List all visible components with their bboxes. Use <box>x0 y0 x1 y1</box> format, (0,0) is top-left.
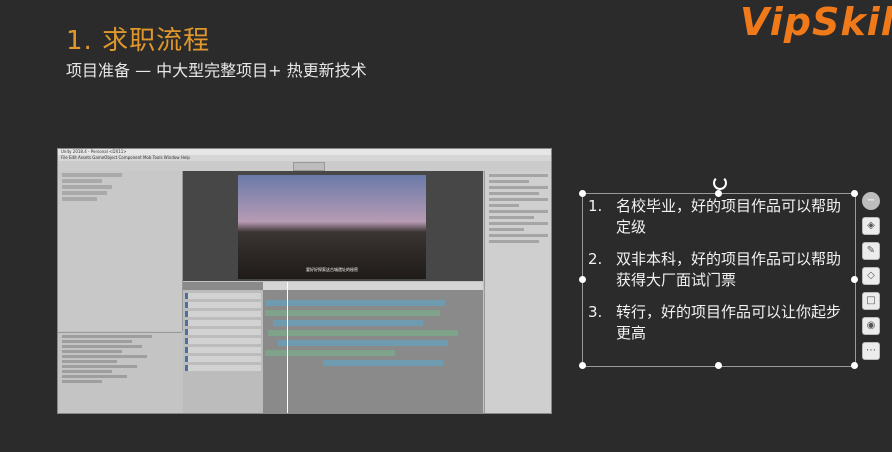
timeline-clip <box>273 320 423 326</box>
timeline-clip <box>265 350 395 356</box>
resize-handle[interactable] <box>851 362 858 369</box>
timeline-ruler <box>263 282 483 290</box>
play-controls <box>293 162 325 171</box>
inspector-panel <box>484 171 551 413</box>
timeline-tracks-list <box>183 290 263 413</box>
list-item: 1. 名校毕业，好的项目作品可以帮助定级 <box>588 196 848 238</box>
pin-icon[interactable]: ◉ <box>862 317 880 335</box>
list-number: 2. <box>588 250 603 268</box>
pen-icon[interactable]: ✎ <box>862 242 880 260</box>
rotate-handle-icon[interactable] <box>713 176 727 190</box>
hierarchy-panel <box>58 171 183 331</box>
list-text: 转行，好的项目作品可以让你起步更高 <box>616 303 842 342</box>
timeline-clip <box>265 310 440 316</box>
list-number: 1. <box>588 197 603 215</box>
timeline-clip <box>265 300 445 306</box>
resize-handle[interactable] <box>579 190 586 197</box>
brand-logo: VipSkill <box>740 0 892 44</box>
numbered-list[interactable]: 1. 名校毕业，好的项目作品可以帮助定级 2. 双非本科，好的项目作品可以帮助获… <box>588 196 848 355</box>
resize-handle[interactable] <box>715 362 722 369</box>
timeline-clip <box>268 330 458 336</box>
resize-handle[interactable] <box>851 276 858 283</box>
slide-title: 1. 求职流程 <box>66 26 211 56</box>
game-view: 要好好探索这古城遗址的秘密 <box>183 171 483 281</box>
crop-icon[interactable]: □ <box>862 292 880 310</box>
more-icon[interactable]: ⋯ <box>862 342 880 360</box>
resize-handle[interactable] <box>579 276 586 283</box>
timeline-clip <box>278 340 448 346</box>
minus-icon[interactable]: − <box>862 192 880 210</box>
resize-handle[interactable] <box>851 190 858 197</box>
floating-toolbar: − ◈ ✎ ◇ □ ◉ ⋯ <box>862 192 880 367</box>
list-text: 双非本科，好的项目作品可以帮助获得大厂面试门票 <box>616 250 842 289</box>
fill-icon[interactable]: ◇ <box>862 267 880 285</box>
layers-icon[interactable]: ◈ <box>862 217 880 235</box>
list-text: 名校毕业，好的项目作品可以帮助定级 <box>616 197 842 236</box>
unity-editor-screenshot: Unity 2018.4 - Personal <DX11> File Edit… <box>57 148 552 414</box>
resize-handle[interactable] <box>579 362 586 369</box>
timeline-panel <box>183 282 483 413</box>
project-panel <box>58 332 182 413</box>
slide-subtitle: 项目准备 — 中大型完整项目+ 热更新技术 <box>66 61 367 80</box>
list-number: 3. <box>588 303 603 321</box>
timeline-playhead <box>287 282 288 413</box>
game-scene-image: 要好好探索这古城遗址的秘密 <box>238 175 426 279</box>
game-caption: 要好好探索这古城遗址的秘密 <box>306 267 358 272</box>
list-item: 3. 转行，好的项目作品可以让你起步更高 <box>588 302 848 344</box>
list-item: 2. 双非本科，好的项目作品可以帮助获得大厂面试门票 <box>588 249 848 291</box>
timeline-clip <box>323 360 443 366</box>
